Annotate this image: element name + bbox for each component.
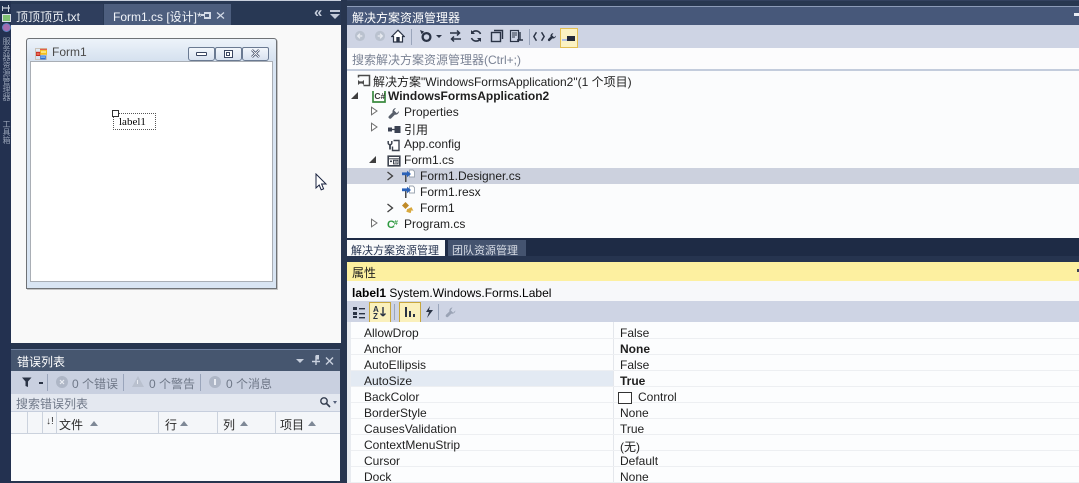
svg-text:Z: Z xyxy=(373,312,378,319)
svg-text:#: # xyxy=(394,220,398,227)
svg-text:C#: C# xyxy=(374,91,385,101)
